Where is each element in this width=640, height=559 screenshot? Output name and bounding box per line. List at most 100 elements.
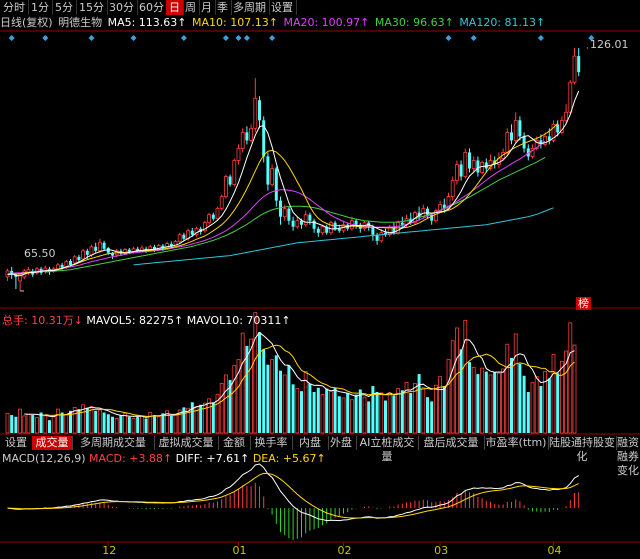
indicator-tab-0[interactable]: 设置 bbox=[0, 436, 33, 450]
volume-bar-72 bbox=[308, 383, 312, 433]
period-tab-4[interactable]: 30分 bbox=[106, 0, 138, 15]
volume-bar-78 bbox=[333, 387, 337, 433]
candle-body-136 bbox=[577, 56, 581, 73]
indicator-tab-10[interactable]: 市盈率(ttm) bbox=[484, 436, 549, 450]
volume-bar-28 bbox=[123, 412, 127, 434]
volume-bar-135 bbox=[572, 344, 577, 434]
volume-bar-22 bbox=[98, 409, 102, 434]
period-tab-0[interactable]: 分时 bbox=[0, 0, 29, 15]
period-tab-5[interactable]: 60分 bbox=[136, 0, 168, 15]
volume-bar-116 bbox=[493, 372, 497, 433]
volume-bar-76 bbox=[325, 388, 329, 433]
candle-body-119 bbox=[505, 131, 510, 153]
candle-body-52 bbox=[223, 176, 228, 198]
volume-bar-117 bbox=[496, 372, 501, 434]
indicator-tab-3[interactable]: 虚拟成交量 bbox=[154, 436, 219, 450]
indicator-tab-4[interactable]: 金额 bbox=[218, 436, 251, 450]
period-tab-11[interactable]: 设置 bbox=[268, 0, 297, 15]
volume-bar-132 bbox=[560, 360, 564, 434]
volume-bar-90 bbox=[384, 400, 387, 433]
volume-bar-111 bbox=[471, 366, 476, 434]
volume-bar-131 bbox=[556, 373, 560, 433]
volume-bar-0 bbox=[5, 412, 10, 434]
candle-body-15 bbox=[69, 260, 72, 265]
indicator-tab-2[interactable]: 多周期成交量 bbox=[72, 436, 155, 450]
volume-bar-75 bbox=[320, 394, 325, 434]
candle-body-17 bbox=[77, 256, 81, 261]
volume-bar-86 bbox=[367, 401, 371, 433]
volume-bar-89 bbox=[379, 392, 384, 434]
volume-bar-14 bbox=[64, 413, 69, 434]
candle-body-62 bbox=[266, 156, 270, 185]
indicator-tab-1[interactable]: 成交量 bbox=[32, 436, 73, 450]
indicator-tab-8[interactable]: AI立桩成交量 bbox=[356, 436, 419, 463]
volume-bar-130 bbox=[551, 354, 556, 434]
event-marker-6 bbox=[235, 35, 242, 41]
volume-bar-109 bbox=[463, 319, 468, 434]
mavol10-label: MAVOL10: 70311↑ bbox=[186, 314, 291, 327]
volume-bar-49 bbox=[211, 402, 215, 433]
ma20-label: MA20: 100.97↑ bbox=[283, 16, 370, 29]
volume-bar-9 bbox=[43, 415, 48, 434]
volume-bar-127 bbox=[539, 386, 543, 433]
ma-legend: 日线(复权) 明德生物 MA5: 113.63↑ MA10: 107.13↑ M… bbox=[0, 16, 547, 30]
indicator-tab-9[interactable]: 盘后成交量 bbox=[418, 436, 485, 450]
period-tab-3[interactable]: 15分 bbox=[76, 0, 108, 15]
x-tick-label-3: 03 bbox=[434, 544, 449, 557]
candle-body-68 bbox=[291, 220, 295, 227]
period-tab-2[interactable]: 5分 bbox=[52, 0, 77, 15]
volume-bar-25 bbox=[111, 416, 114, 433]
volume-bar-110 bbox=[468, 362, 471, 433]
indicator-tab-5[interactable]: 换手率 bbox=[250, 436, 293, 450]
candle-body-55 bbox=[236, 148, 241, 161]
volume-bar-60 bbox=[258, 332, 261, 433]
volume-bar-23 bbox=[102, 412, 106, 433]
volume-bar-7 bbox=[35, 417, 39, 434]
candle-body-19 bbox=[85, 250, 89, 255]
x-tick-label-4: 04 bbox=[547, 544, 562, 557]
volume-bar-91 bbox=[387, 392, 392, 434]
candle-body-113 bbox=[480, 162, 485, 173]
candle-body-100 bbox=[426, 208, 429, 215]
candle-body-12 bbox=[56, 264, 60, 270]
indicator-tab-11[interactable]: 陆股通持股变化 bbox=[548, 436, 617, 463]
volume-bar-107 bbox=[454, 327, 459, 434]
event-marker-1 bbox=[42, 35, 49, 41]
volume-bar-92 bbox=[392, 395, 396, 433]
mavol5-label: MAVOL5: 82275↑ bbox=[86, 314, 184, 327]
kline-chart[interactable] bbox=[0, 0, 640, 559]
candle-body-58 bbox=[249, 127, 254, 141]
volume-bar-126 bbox=[534, 376, 539, 434]
candle-body-23 bbox=[102, 242, 106, 249]
candle-body-42 bbox=[182, 234, 186, 239]
period-tab-10[interactable]: 多周期 bbox=[230, 0, 270, 15]
volume-bar-114 bbox=[484, 371, 488, 433]
ma120-label: MA120: 81.13↑ bbox=[459, 16, 546, 29]
indicator-tab-12[interactable]: 融资融券变化 bbox=[616, 436, 640, 477]
volume-bar-32 bbox=[139, 415, 144, 434]
volume-bar-125 bbox=[530, 382, 535, 434]
candle-body-44 bbox=[190, 230, 194, 235]
indicator-tab-6[interactable]: 内盘 bbox=[292, 436, 329, 450]
candle-body-67 bbox=[287, 208, 291, 221]
dea-value-label: DEA: +5.67↑ bbox=[252, 452, 326, 465]
candle-body-71 bbox=[303, 214, 308, 226]
volume-bar-34 bbox=[148, 412, 153, 434]
rank-badge[interactable]: 榜 bbox=[576, 297, 591, 310]
candle-body-122 bbox=[518, 120, 522, 137]
volume-bar-123 bbox=[522, 375, 526, 433]
diff-value-label: DIFF: +7.61↑ bbox=[175, 452, 250, 465]
volume-bar-88 bbox=[375, 392, 379, 433]
candle-body-109 bbox=[463, 152, 468, 177]
ma10-label: MA10: 107.13↑ bbox=[192, 16, 278, 29]
candle-body-121 bbox=[513, 119, 518, 141]
volume-bar-77 bbox=[328, 390, 333, 434]
x-tick-label-0: 12 bbox=[102, 544, 117, 557]
candle-body-135 bbox=[572, 55, 577, 83]
indicator-tab-7[interactable]: 外盘 bbox=[326, 436, 357, 450]
candle-body-72 bbox=[308, 214, 312, 221]
event-marker-5 bbox=[222, 35, 229, 41]
candle-body-20 bbox=[89, 246, 94, 256]
period-tab-1[interactable]: 1分 bbox=[28, 0, 53, 15]
volume-bar-61 bbox=[262, 349, 266, 433]
